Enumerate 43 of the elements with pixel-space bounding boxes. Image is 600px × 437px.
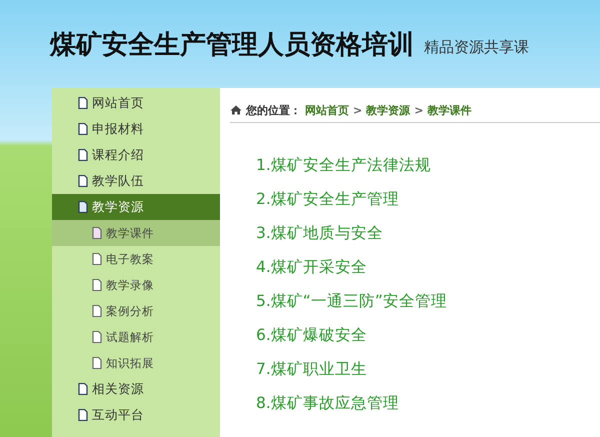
document-icon [92,227,102,239]
document-icon [92,331,102,343]
document-icon [78,201,88,213]
sidebar-item[interactable]: 教学资源 [52,194,220,220]
sidebar-item[interactable]: 相关资源 [52,376,220,402]
sidebar-subitem[interactable]: 试题解析 [52,324,220,350]
home-icon [230,105,242,115]
breadcrumb-label: 您的位置： [246,102,301,118]
sidebar-item[interactable]: 网站首页 [52,90,220,116]
sidebar-subitem[interactable]: 教学课件 [52,220,220,246]
course-link[interactable]: 5.煤矿“一通三防”安全管理 [256,284,447,318]
document-icon [78,175,88,187]
breadcrumb-separator: > [414,104,424,116]
sidebar-item[interactable]: 课程介绍 [52,142,220,168]
sidebar-item[interactable]: 教学队伍 [52,168,220,194]
breadcrumb-separator: > [353,104,362,116]
breadcrumb-link[interactable]: 教学课件 [427,102,472,118]
document-icon [92,357,102,369]
sidebar-subitem[interactable]: 知识拓展 [52,350,220,376]
site-title: 煤矿安全生产管理人员资格培训 [50,28,414,62]
course-link[interactable]: 4.煤矿开采安全 [256,250,367,284]
course-link[interactable]: 2.煤矿安全生产管理 [256,182,399,216]
course-link[interactable]: 7.煤矿职业卫生 [256,352,367,386]
document-icon [92,279,102,291]
course-link[interactable]: 3.煤矿地质与安全 [256,216,383,250]
sidebar-subitem[interactable]: 电子教案 [52,246,220,272]
document-icon [92,305,102,317]
sidebar-subitem[interactable]: 教学录像 [52,272,220,298]
site-subtitle: 精品资源共享课 [424,38,529,56]
document-icon [78,409,88,421]
course-link[interactable]: 8.煤矿事故应急管理 [256,386,399,420]
breadcrumb-link[interactable]: 网站首页 [305,102,349,118]
sidebar-subitem[interactable]: 案例分析 [52,298,220,324]
course-link[interactable]: 6.煤矿爆破安全 [256,318,367,352]
sidebar-item[interactable]: 申报材料 [52,116,220,142]
document-icon [78,383,88,395]
course-link[interactable]: 1.煤矿安全生产法律法规 [256,148,431,182]
document-icon [78,149,88,161]
document-icon [78,97,88,109]
breadcrumb-link[interactable]: 教学资源 [366,102,410,118]
document-icon [78,123,88,135]
document-icon [92,253,102,265]
sidebar-item[interactable]: 互动平台 [52,402,220,428]
